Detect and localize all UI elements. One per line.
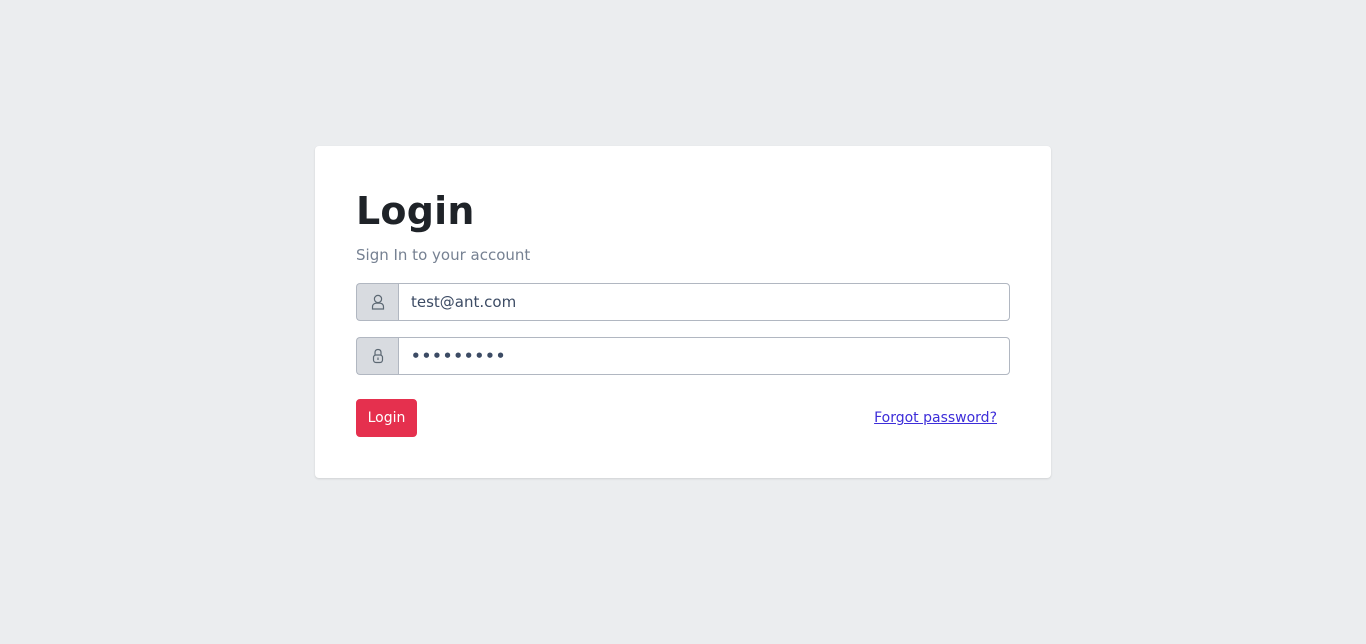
login-page: Login Sign In to your account Login [0,0,1366,644]
user-icon [371,294,384,310]
page-title: Login [356,189,475,233]
forgot-password-link[interactable]: Forgot password? [874,408,997,428]
password-input-group [356,337,1010,375]
page-subtitle: Sign In to your account [356,246,531,264]
login-button[interactable]: Login [356,399,417,437]
lock-icon [372,348,383,364]
email-field[interactable] [398,283,1010,321]
password-addon [356,337,398,375]
email-addon [356,283,398,321]
login-card: Login Sign In to your account Login [315,146,1051,478]
password-field[interactable] [398,337,1010,375]
email-input-group [356,283,1010,321]
